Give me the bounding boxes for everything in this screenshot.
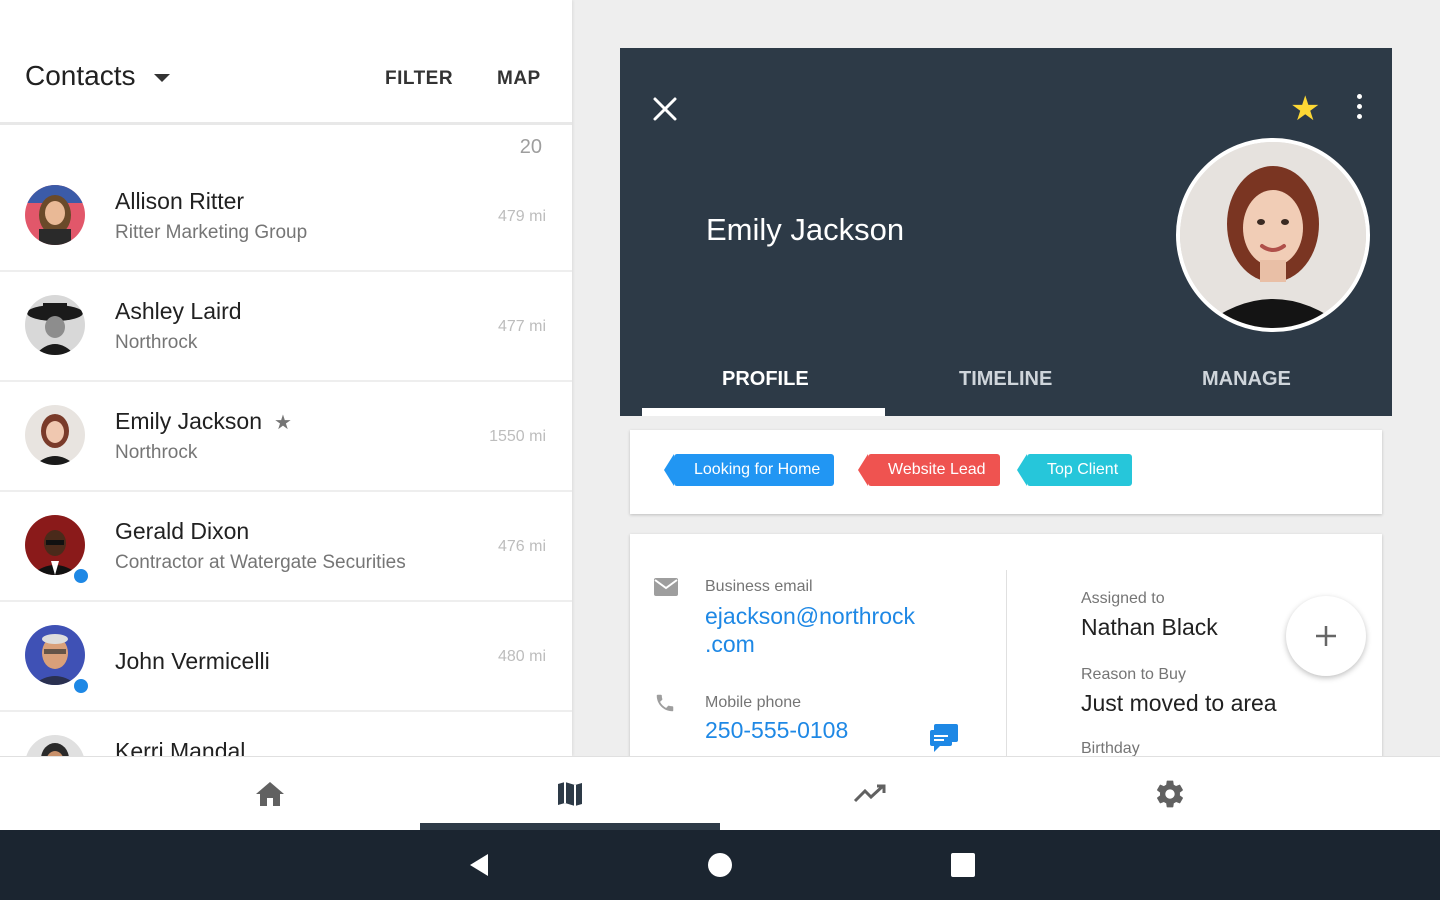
contact-name: Gerald Dixon — [115, 518, 250, 544]
tag-website-lead[interactable]: Website Lead — [858, 454, 1000, 486]
detail-contact-name: Emily Jackson — [706, 212, 905, 247]
add-button[interactable] — [1286, 596, 1366, 676]
contacts-title: Contacts — [25, 60, 136, 91]
avatar — [25, 405, 85, 465]
chevron-down-icon — [153, 74, 170, 82]
back-icon[interactable] — [464, 850, 494, 880]
home-circle-icon[interactable] — [705, 850, 735, 880]
contact-row-allison-ritter[interactable]: Allison Ritter Ritter Marketing Group 47… — [0, 162, 572, 272]
contact-name: Kerri Mandal — [115, 738, 246, 756]
map-button[interactable]: MAP — [497, 68, 541, 90]
tab-timeline[interactable]: TIMELINE — [959, 368, 1052, 391]
bottom-navigation — [0, 756, 1440, 831]
contact-name: Emily Jackson ★ — [115, 408, 292, 435]
system-navigation-bar — [0, 830, 1440, 900]
contact-company: Northrock — [115, 332, 198, 353]
reason-value: Just moved to area — [1081, 690, 1277, 716]
message-icon[interactable] — [928, 722, 960, 757]
more-vert-icon[interactable] — [1354, 94, 1364, 124]
star-icon[interactable]: ★ — [1290, 92, 1320, 126]
contact-row-emily-jackson[interactable]: Emily Jackson ★ Northrock 1550 mi — [0, 382, 572, 492]
assigned-value: Nathan Black — [1081, 614, 1218, 640]
contact-name: Ashley Laird — [115, 298, 242, 324]
contact-row-john-vermicelli[interactable]: John Vermicelli 480 mi — [0, 602, 572, 712]
tags-card: Looking for Home Website Lead Top Client — [630, 430, 1382, 514]
filter-button[interactable]: FILTER — [385, 68, 453, 90]
contact-distance: 1550 mi — [489, 428, 546, 445]
contact-distance: 476 mi — [497, 538, 546, 555]
contact-company: Contractor at Watergate Securities — [115, 552, 406, 573]
contacts-panel: Contacts FILTER MAP 20 Allison Ritter Ri… — [0, 0, 572, 756]
avatar — [25, 735, 85, 756]
email-icon — [654, 578, 678, 601]
recents-icon[interactable] — [948, 850, 978, 880]
contact-info-card: Business email ejackson@northrock .com M… — [630, 534, 1382, 774]
contact-name-text: Emily Jackson — [115, 408, 262, 434]
contact-detail-header: ★ Emily Jackson PROFILE TIMELINE MANAGE — [620, 48, 1392, 416]
contact-row-gerald-dixon[interactable]: Gerald Dixon Contractor at Watergate Sec… — [0, 492, 572, 602]
contact-count: 20 — [519, 136, 542, 158]
contact-list: Allison Ritter Ritter Marketing Group 47… — [0, 162, 572, 756]
close-icon[interactable] — [650, 94, 680, 124]
trending-icon — [853, 784, 886, 803]
contacts-dropdown[interactable]: Contacts — [25, 60, 170, 92]
avatar — [25, 295, 85, 355]
star-icon: ★ — [273, 412, 292, 434]
contact-distance: 477 mi — [497, 318, 546, 335]
assigned-label: Assigned to — [1081, 590, 1165, 607]
tab-manage[interactable]: MANAGE — [1202, 368, 1291, 391]
contact-name: John Vermicelli — [115, 648, 270, 674]
map-icon — [558, 782, 582, 806]
plus-icon — [1316, 626, 1336, 646]
tag-top-client[interactable]: Top Client — [1016, 454, 1133, 486]
active-tab-indicator — [642, 408, 885, 416]
email-line-1: ejackson@northrock — [705, 603, 915, 629]
contact-distance: 480 mi — [497, 648, 546, 665]
contact-row-ashley-laird[interactable]: Ashley Laird Northrock 477 mi — [0, 272, 572, 382]
avatar — [25, 625, 85, 685]
home-icon — [256, 782, 284, 806]
online-status-dot — [72, 677, 90, 695]
online-status-dot — [72, 567, 90, 585]
contact-distance: 479 mi — [497, 208, 546, 225]
contact-company: Ritter Marketing Group — [115, 222, 308, 243]
email-line-2: .com — [705, 631, 755, 657]
phone-label: Mobile phone — [705, 694, 802, 711]
reason-label: Reason to Buy — [1081, 666, 1186, 683]
tag-looking-for-home[interactable]: Looking for Home — [663, 454, 835, 486]
gear-icon — [1157, 780, 1183, 808]
email-link[interactable]: ejackson@northrock .com — [705, 602, 915, 658]
phone-link[interactable]: 250-555-0108 — [705, 716, 848, 744]
nav-map[interactable] — [420, 757, 720, 831]
avatar — [25, 515, 85, 575]
nav-settings[interactable] — [1020, 757, 1320, 831]
tab-profile[interactable]: PROFILE — [722, 368, 809, 391]
card-divider — [1006, 570, 1007, 774]
nav-home[interactable] — [120, 757, 420, 831]
contact-company: Northrock — [115, 442, 198, 463]
phone-icon — [654, 692, 676, 719]
contact-row-kerri-mandal[interactable]: Kerri Mandal — [0, 712, 572, 756]
avatar — [25, 185, 85, 245]
nav-trending[interactable] — [720, 757, 1020, 831]
contact-name: Allison Ritter — [115, 188, 245, 214]
email-label: Business email — [705, 578, 813, 595]
contacts-header: Contacts FILTER MAP — [0, 0, 572, 125]
contact-photo — [1176, 138, 1370, 332]
